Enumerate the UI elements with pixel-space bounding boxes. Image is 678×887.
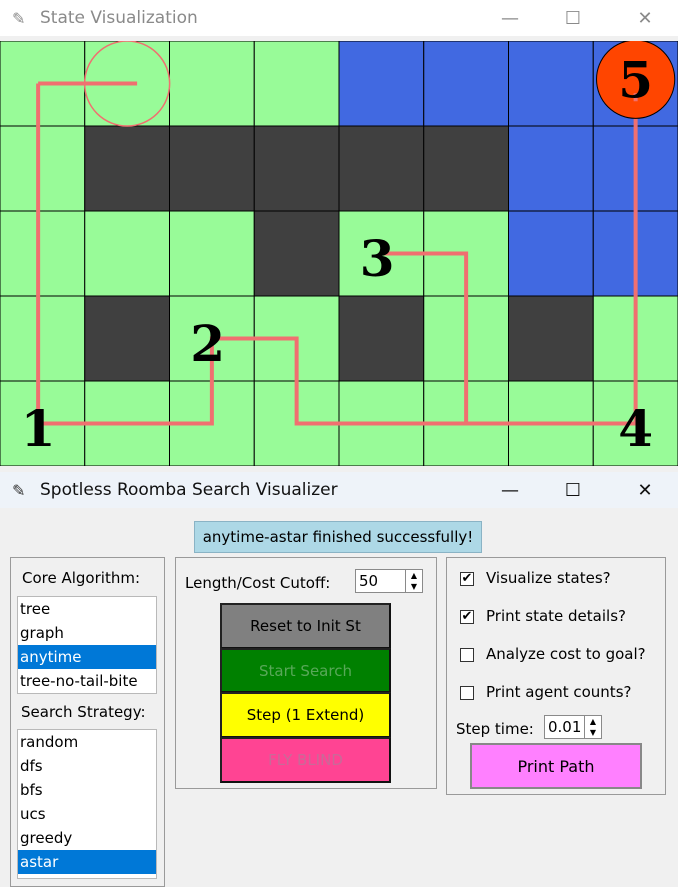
grid-cell	[169, 210, 255, 297]
grid-cell	[0, 125, 86, 212]
spin-arrows-icon[interactable]: ▲ ▼	[405, 570, 422, 592]
status-label: anytime-astar finished successfully!	[194, 521, 482, 553]
grid-cell	[508, 295, 594, 382]
search-strategy-label: Search Strategy:	[21, 703, 146, 721]
list-item[interactable]: ucs	[18, 802, 156, 826]
list-item[interactable]: random	[18, 730, 156, 754]
step-marker: 2	[190, 314, 225, 373]
feather-icon: ✎	[12, 8, 26, 28]
list-item[interactable]: tree	[18, 597, 156, 621]
step-time-spinbox[interactable]: 0.01 ▲ ▼	[544, 715, 602, 739]
close-icon[interactable]: ✕	[622, 0, 668, 36]
list-item[interactable]: astar	[18, 850, 156, 874]
start-search-label: Start Search	[259, 661, 352, 680]
list-item[interactable]: dfs	[18, 754, 156, 778]
checkbox[interactable]: ✔	[460, 572, 474, 586]
grid-cell	[338, 41, 425, 127]
grid-cell	[338, 295, 425, 382]
step-marker: 3	[360, 229, 395, 288]
list-item[interactable]: anytime	[18, 645, 156, 669]
maximize-icon[interactable]: ☐	[550, 472, 596, 508]
step-time-label: Step time:	[456, 720, 534, 738]
list-item[interactable]: graph	[18, 621, 156, 645]
grid-cell	[0, 210, 86, 297]
status-text: anytime-astar finished successfully!	[202, 528, 474, 546]
print-path-button[interactable]: Print Path	[470, 743, 642, 789]
fly-blind-button[interactable]: FLY BLIND	[220, 737, 391, 783]
grid-cell	[169, 41, 255, 127]
checkbox[interactable]	[460, 686, 474, 700]
grid-cell	[0, 295, 86, 382]
spin-arrows-icon[interactable]: ▲ ▼	[584, 716, 601, 738]
grid-cell	[508, 210, 594, 297]
cutoff-value: 50	[359, 572, 379, 590]
grid-cell	[253, 210, 340, 297]
grid-cell	[84, 295, 170, 382]
close-icon[interactable]: ✕	[622, 472, 668, 508]
start-search-button[interactable]: Start Search	[220, 648, 391, 693]
grid-cell	[423, 41, 509, 127]
grid-cell	[169, 125, 255, 212]
list-item[interactable]: tree-no-tail-bite	[18, 669, 156, 693]
grid-cell	[423, 125, 509, 212]
grid-cell	[253, 125, 340, 212]
search-visualizer-titlebar[interactable]: ✎ Spotless Roomba Search Visualizer — ☐ …	[0, 472, 678, 508]
grid-cell	[508, 41, 594, 127]
minimize-icon[interactable]: —	[487, 472, 533, 508]
grid-cell	[338, 125, 425, 212]
window-title: Spotless Roomba Search Visualizer	[40, 480, 338, 500]
minimize-icon[interactable]: —	[487, 0, 533, 36]
checkbox[interactable]	[460, 648, 474, 662]
option-label: Analyze cost to goal?	[486, 645, 646, 663]
grid-cell	[84, 125, 170, 212]
list-item[interactable]: bfs	[18, 778, 156, 802]
option-label: Print agent counts?	[486, 683, 632, 701]
list-item[interactable]: greedy	[18, 826, 156, 850]
print-path-label: Print Path	[517, 756, 595, 776]
option-label: Print state details?	[486, 607, 626, 625]
feather-icon: ✎	[12, 480, 26, 500]
reset-button-label: Reset to Init St	[250, 617, 361, 635]
cutoff-spinbox[interactable]: 50 ▲ ▼	[355, 569, 423, 593]
cutoff-label: Length/Cost Cutoff:	[185, 574, 331, 592]
step-button[interactable]: Step (1 Extend)	[220, 692, 391, 738]
search-strategy-listbox[interactable]: random dfs bfs ucs greedy astar	[17, 729, 157, 879]
step-marker: 5	[618, 50, 653, 109]
step-marker: 1	[21, 399, 56, 458]
state-grid-canvas: 1 2 3 4 5	[0, 41, 678, 466]
maximize-icon[interactable]: ☐	[550, 0, 596, 36]
step-marker: 4	[618, 399, 653, 458]
step-time-value: 0.01	[548, 718, 582, 736]
fly-blind-label: FLY BLIND	[268, 751, 343, 769]
grid-cell	[508, 125, 594, 212]
option-label: Visualize states?	[486, 569, 611, 587]
window-title: State Visualization	[40, 8, 198, 28]
grid-cell	[84, 210, 170, 297]
grid-cell	[253, 41, 340, 127]
step-button-label: Step (1 Extend)	[246, 706, 365, 724]
checkbox[interactable]: ✔	[460, 610, 474, 624]
reset-button[interactable]: Reset to Init St	[220, 603, 391, 649]
core-algorithm-listbox[interactable]: tree graph anytime tree-no-tail-bite	[17, 596, 157, 694]
state-visualization-titlebar[interactable]: ✎ State Visualization — ☐ ✕	[0, 0, 678, 36]
core-algorithm-label: Core Algorithm:	[22, 569, 141, 587]
